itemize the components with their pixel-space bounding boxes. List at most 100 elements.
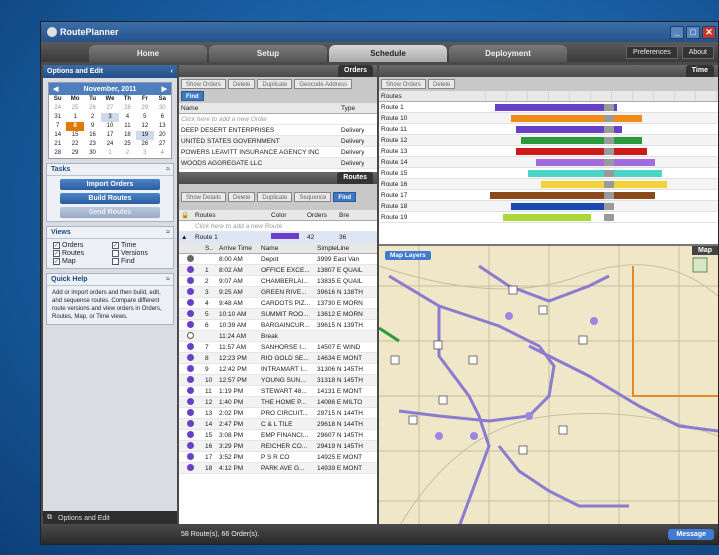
calendar-day[interactable]: 10 (101, 122, 118, 131)
calendar-day[interactable]: 29 (66, 149, 83, 158)
view-orders-checkbox[interactable]: ✓ Orders (53, 242, 108, 249)
tab-home[interactable]: Home (89, 45, 207, 62)
calendar-day[interactable]: 26 (84, 104, 101, 113)
send-routes-button[interactable]: Send Routes (60, 207, 160, 218)
time-route-row[interactable]: Route 15 (379, 168, 718, 179)
geocode-button[interactable]: Geocode Address (294, 79, 353, 89)
calendar-day[interactable]: 30 (84, 149, 101, 158)
stop-row[interactable]: 15 3:08 PM EMP FINANCI... 29607 N 145TH (179, 430, 377, 441)
route-time-bar[interactable] (510, 203, 605, 210)
calendar-day[interactable]: 30 (154, 104, 171, 113)
time-route-row[interactable]: Route 14 (379, 157, 718, 168)
time-route-row[interactable]: Route 17 (379, 190, 718, 201)
calendar-day[interactable]: 17 (101, 131, 118, 140)
calendar-day[interactable]: 25 (66, 104, 83, 113)
stop-row[interactable]: 2 9:07 AM CHAMBERLAI... 13835 E QUAIL (179, 276, 377, 287)
route-time-bar[interactable] (520, 137, 643, 144)
calendar-day[interactable]: 29 (136, 104, 153, 113)
route-1-row[interactable]: ▲ Route 1 42 36 (179, 232, 377, 243)
collapse-icon[interactable]: ‹ (171, 65, 177, 78)
preferences-button[interactable]: Preferences (625, 45, 678, 59)
import-orders-button[interactable]: Import Orders (60, 179, 160, 190)
calendar-day[interactable]: 31 (49, 113, 66, 122)
calendar-day[interactable]: 2 (84, 113, 101, 122)
calendar-day[interactable]: 25 (119, 140, 136, 149)
stop-row[interactable]: 13 2:02 PM PRO CIRCUIT... 29715 N 144TH (179, 408, 377, 419)
map-canvas[interactable] (379, 246, 718, 525)
calendar-day[interactable]: 28 (49, 149, 66, 158)
panel-toggle-icon[interactable]: ⧉ (47, 514, 52, 522)
calendar-day[interactable]: 20 (154, 131, 171, 140)
add-order-row[interactable]: Click here to add a new Order (179, 114, 377, 125)
message-button[interactable]: Message (668, 528, 714, 540)
stop-row[interactable]: 9 12:42 PM INTRAMART I... 31306 N 145TH (179, 364, 377, 375)
calendar-day[interactable]: 15 (66, 131, 83, 140)
calendar-day[interactable]: 5 (136, 113, 153, 122)
route-time-bar[interactable] (528, 170, 663, 177)
delete-route-button[interactable]: Delete (228, 192, 256, 202)
calendar-day[interactable]: 12 (136, 122, 153, 131)
time-route-row[interactable]: Route 11 (379, 124, 718, 135)
calendar-day[interactable]: 27 (154, 140, 171, 149)
calendar-day[interactable]: 4 (154, 149, 171, 158)
find-order-button[interactable]: Find (181, 91, 204, 101)
show-details-button[interactable]: Show Details (181, 192, 227, 202)
duplicate-route-button[interactable]: Duplicate (257, 192, 293, 202)
stop-row[interactable]: 8:00 AM Depot 3999 East Van (179, 254, 377, 265)
minimize-icon[interactable]: _ (670, 25, 684, 39)
map-legend-toggle-icon[interactable] (692, 257, 708, 273)
delete-order-button[interactable]: Delete (228, 79, 256, 89)
stop-row[interactable]: 3 9:25 AM GREEN RIVE... 39616 N 138TH (179, 287, 377, 298)
calendar-day[interactable]: 26 (136, 140, 153, 149)
calendar-day[interactable]: 13 (154, 122, 171, 131)
stop-row[interactable]: 18 4:12 PM PARK AVE G... 14939 E MONT (179, 463, 377, 474)
calendar-day[interactable]: 27 (101, 104, 118, 113)
time-route-row[interactable]: Route 18 (379, 201, 718, 212)
time-delete-button[interactable]: Delete (428, 79, 456, 89)
view-find-checkbox[interactable]: Find (112, 258, 167, 265)
tab-setup[interactable]: Setup (209, 45, 327, 62)
route-time-bar[interactable] (535, 159, 655, 166)
build-routes-button[interactable]: Build Routes (60, 193, 160, 204)
order-row[interactable]: UNITED STATES GOVERNMENT Delivery (179, 136, 377, 147)
stop-row[interactable]: 17 3:52 PM P S R CO 14925 E MONT (179, 452, 377, 463)
stop-row[interactable]: 16 3:29 PM REICHER CO... 29419 N 145TH (179, 441, 377, 452)
calendar-day[interactable]: 4 (119, 113, 136, 122)
calendar-day[interactable]: 7 (49, 122, 66, 131)
calendar-day[interactable]: 24 (101, 140, 118, 149)
calendar-day[interactable]: 2 (119, 149, 136, 158)
calendar-day[interactable]: 9 (84, 122, 101, 131)
calendar-day[interactable]: 23 (84, 140, 101, 149)
maximize-icon[interactable]: □ (686, 25, 700, 39)
calendar-day[interactable]: 28 (119, 104, 136, 113)
duplicate-order-button[interactable]: Duplicate (257, 79, 293, 89)
calendar-day[interactable]: 16 (84, 131, 101, 140)
stop-row[interactable]: 4 9:48 AM CARDOTS PIZ... 13730 E MORN (179, 298, 377, 309)
time-route-row[interactable]: Route 13 (379, 146, 718, 157)
stop-row[interactable]: 8 12:23 PM RIO GOLD SE... 14634 E MONT (179, 353, 377, 364)
stop-row[interactable]: 6 10:39 AM BARGAINCUR... 39615 N 139TH (179, 320, 377, 331)
time-route-row[interactable]: Route 10 (379, 113, 718, 124)
prev-month-icon[interactable]: ◀ (53, 85, 58, 93)
stop-row[interactable]: 10 12:57 PM YOUNG SUN... 31318 N 145TH (179, 375, 377, 386)
time-show-orders-button[interactable]: Show Orders (381, 79, 427, 89)
about-button[interactable]: About (681, 45, 714, 59)
stop-row[interactable]: 7 11:57 AM SANHORSE I... 14507 E WIND (179, 342, 377, 353)
route-time-bar[interactable] (510, 115, 643, 122)
route-time-bar[interactable] (495, 104, 617, 111)
order-row[interactable]: POWERS LEAVITT INSURANCE AGENCY INC Deliv… (179, 147, 377, 158)
map-view[interactable]: Map Layers Map (379, 244, 718, 525)
view-map-checkbox[interactable]: ✓ Map (53, 258, 108, 265)
route-color-swatch[interactable] (271, 233, 299, 239)
next-month-icon[interactable]: ▶ (162, 85, 167, 93)
calendar-day[interactable]: 1 (101, 149, 118, 158)
time-route-row[interactable]: Route 1 (379, 102, 718, 113)
order-row[interactable]: DEEP DESERT ENTERPRISES Delivery (179, 125, 377, 136)
view-time-checkbox[interactable]: ✓ Time (112, 242, 167, 249)
find-route-button[interactable]: Find (333, 192, 357, 202)
time-route-row[interactable]: Route 19 (379, 212, 718, 223)
calendar-day[interactable]: 14 (49, 131, 66, 140)
route-time-bar[interactable] (502, 214, 592, 221)
calendar-day[interactable]: 6 (154, 113, 171, 122)
calendar-day[interactable]: 1 (66, 113, 83, 122)
